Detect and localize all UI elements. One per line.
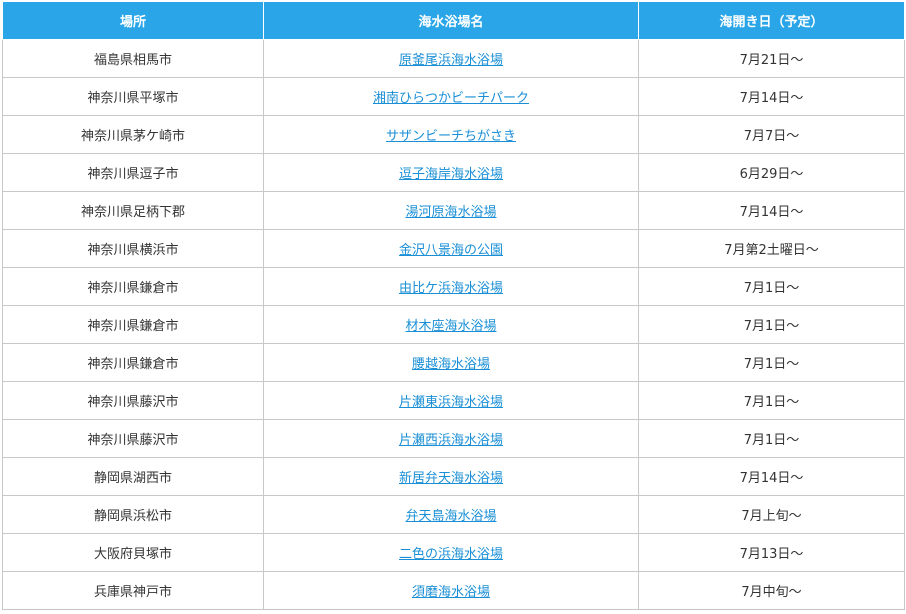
header-place: 場所	[2, 2, 264, 40]
table-body: 福島県相馬市 原釜尾浜海水浴場 7月21日〜神奈川県平塚市 湘南ひらつかビーチパーク 7…	[2, 39, 905, 610]
beach-link[interactable]: 弁天島海水浴場	[405, 509, 496, 524]
beach-name-cell: 二色の浜海水浴場	[263, 533, 639, 572]
table-row: 神奈川県平塚市 湘南ひらつかビーチパーク 7月14日〜	[2, 77, 905, 116]
table-row: 神奈川県鎌倉市 由比ケ浜海水浴場 7月1日〜	[2, 267, 905, 306]
beach-name-cell: 湯河原海水浴場	[263, 191, 639, 230]
table-row: 神奈川県藤沢市 片瀬東浜海水浴場 7月1日〜	[2, 381, 905, 420]
beach-link[interactable]: 湘南ひらつかビーチパーク	[373, 91, 529, 106]
beach-name-cell: 弁天島海水浴場	[263, 495, 639, 534]
beach-name-cell: 新居弁天海水浴場	[263, 457, 639, 496]
place-cell: 神奈川県横浜市	[2, 229, 264, 268]
place-cell: 神奈川県茅ケ崎市	[2, 115, 264, 154]
place-cell: 神奈川県逗子市	[2, 153, 264, 192]
header-row: 場所 海水浴場名 海開き日（予定）	[2, 2, 905, 40]
table-row: 静岡県湖西市 新居弁天海水浴場 7月14日〜	[2, 457, 905, 496]
beach-name-cell: 片瀬東浜海水浴場	[263, 381, 639, 420]
place-cell: 静岡県浜松市	[2, 495, 264, 534]
table-row: 神奈川県茅ケ崎市 サザンビーチちがさき 7月7日〜	[2, 115, 905, 154]
table-row: 静岡県浜松市 弁天島海水浴場 7月上旬〜	[2, 495, 905, 534]
beach-name-cell: サザンビーチちがさき	[263, 115, 639, 154]
table-row: 神奈川県鎌倉市 材木座海水浴場 7月1日〜	[2, 305, 905, 344]
table-row: 神奈川県横浜市 金沢八景海の公園 7月第2土曜日〜	[2, 229, 905, 268]
place-cell: 福島県相馬市	[2, 39, 264, 78]
beach-link[interactable]: 須磨海水浴場	[412, 585, 490, 600]
table-row: 兵庫県神戸市 須磨海水浴場 7月中旬〜	[2, 571, 905, 610]
beach-link[interactable]: 由比ケ浜海水浴場	[399, 281, 503, 296]
beach-name-cell: 原釜尾浜海水浴場	[263, 39, 639, 78]
opening-date-cell: 7月1日〜	[638, 305, 905, 344]
opening-date-cell: 6月29日〜	[638, 153, 905, 192]
beach-link[interactable]: 新居弁天海水浴場	[399, 471, 503, 486]
beach-link[interactable]: 金沢八景海の公園	[399, 243, 503, 258]
place-cell: 兵庫県神戸市	[2, 571, 264, 610]
beach-link[interactable]: 湯河原海水浴場	[405, 205, 496, 220]
place-cell: 静岡県湖西市	[2, 457, 264, 496]
beach-name-cell: 由比ケ浜海水浴場	[263, 267, 639, 306]
opening-date-cell: 7月上旬〜	[638, 495, 905, 534]
table-row: 神奈川県藤沢市 片瀬西浜海水浴場 7月1日〜	[2, 419, 905, 458]
opening-date-cell: 7月1日〜	[638, 267, 905, 306]
opening-date-cell: 7月1日〜	[638, 381, 905, 420]
opening-date-cell: 7月21日〜	[638, 39, 905, 78]
beach-name-cell: 材木座海水浴場	[263, 305, 639, 344]
table-row: 神奈川県鎌倉市 腰越海水浴場 7月1日〜	[2, 343, 905, 382]
opening-date-cell: 7月1日〜	[638, 343, 905, 382]
beach-name-cell: 金沢八景海の公園	[263, 229, 639, 268]
opening-date-cell: 7月中旬〜	[638, 571, 905, 610]
place-cell: 神奈川県鎌倉市	[2, 267, 264, 306]
place-cell: 神奈川県平塚市	[2, 77, 264, 116]
place-cell: 神奈川県鎌倉市	[2, 305, 264, 344]
beach-link[interactable]: 片瀬西浜海水浴場	[399, 433, 503, 448]
beach-name-cell: 湘南ひらつかビーチパーク	[263, 77, 639, 116]
opening-date-cell: 7月7日〜	[638, 115, 905, 154]
beach-name-cell: 逗子海岸海水浴場	[263, 153, 639, 192]
opening-date-cell: 7月1日〜	[638, 419, 905, 458]
header-opening-date: 海開き日（予定）	[638, 2, 905, 40]
beach-opening-table: 場所 海水浴場名 海開き日（予定） 福島県相馬市 原釜尾浜海水浴場 7月21日〜 神奈…	[2, 2, 905, 610]
opening-date-cell: 7月14日〜	[638, 191, 905, 230]
table-row: 大阪府貝塚市 二色の浜海水浴場 7月13日〜	[2, 533, 905, 572]
opening-date-cell: 7月14日〜	[638, 457, 905, 496]
place-cell: 大阪府貝塚市	[2, 533, 264, 572]
beach-link[interactable]: 逗子海岸海水浴場	[399, 167, 503, 182]
opening-date-cell: 7月14日〜	[638, 77, 905, 116]
place-cell: 神奈川県藤沢市	[2, 381, 264, 420]
beach-name-cell: 須磨海水浴場	[263, 571, 639, 610]
table-row: 神奈川県逗子市 逗子海岸海水浴場 6月29日〜	[2, 153, 905, 192]
place-cell: 神奈川県藤沢市	[2, 419, 264, 458]
table-container: 場所 海水浴場名 海開き日（予定） 福島県相馬市 原釜尾浜海水浴場 7月21日〜 神奈…	[0, 0, 906, 610]
header-beach-name: 海水浴場名	[263, 2, 639, 40]
beach-name-cell: 片瀬西浜海水浴場	[263, 419, 639, 458]
opening-date-cell: 7月13日〜	[638, 533, 905, 572]
beach-link[interactable]: 原釜尾浜海水浴場	[399, 53, 503, 68]
beach-link[interactable]: 二色の浜海水浴場	[399, 547, 503, 562]
place-cell: 神奈川県鎌倉市	[2, 343, 264, 382]
beach-link[interactable]: 片瀬東浜海水浴場	[399, 395, 503, 410]
table-header: 場所 海水浴場名 海開き日（予定）	[2, 2, 905, 40]
beach-link[interactable]: 腰越海水浴場	[412, 357, 490, 372]
beach-link[interactable]: 材木座海水浴場	[405, 319, 496, 334]
table-row: 神奈川県足柄下郡 湯河原海水浴場 7月14日〜	[2, 191, 905, 230]
beach-link[interactable]: サザンビーチちがさき	[386, 129, 516, 144]
beach-name-cell: 腰越海水浴場	[263, 343, 639, 382]
table-row: 福島県相馬市 原釜尾浜海水浴場 7月21日〜	[2, 39, 905, 78]
place-cell: 神奈川県足柄下郡	[2, 191, 264, 230]
opening-date-cell: 7月第2土曜日〜	[638, 229, 905, 268]
